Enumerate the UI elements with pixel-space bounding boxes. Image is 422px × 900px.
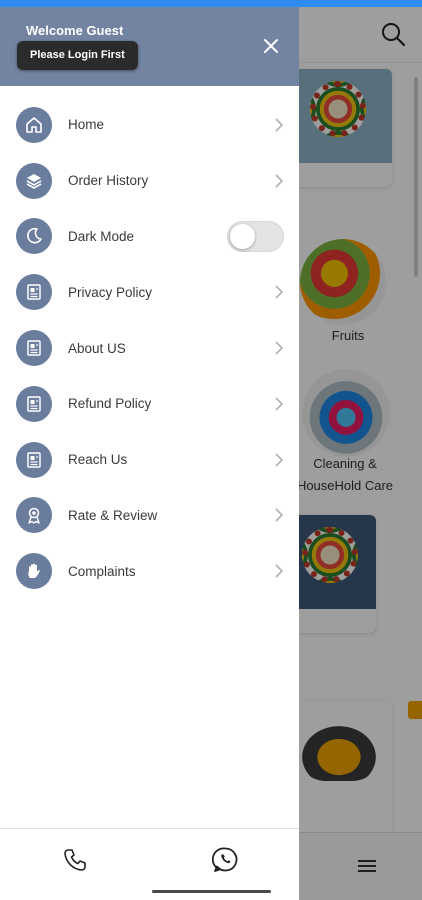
menu-label: Privacy Policy bbox=[68, 284, 153, 300]
menu-item-privacy-policy[interactable]: Privacy Policy bbox=[0, 264, 299, 320]
phone-icon[interactable] bbox=[62, 847, 88, 873]
menu-label: About US bbox=[68, 340, 126, 356]
menu-item-dark-mode: Dark Mode bbox=[0, 209, 299, 265]
menu-item-about-us[interactable]: About US bbox=[0, 320, 299, 376]
layers-icon bbox=[16, 162, 52, 199]
close-icon[interactable] bbox=[262, 37, 280, 55]
menu-label: Reach Us bbox=[68, 452, 128, 468]
award-icon bbox=[16, 497, 52, 534]
menu-item-rate-review[interactable]: Rate & Review bbox=[0, 488, 299, 544]
drawer-menu: Home Order History Dark Mode Privacy Pol… bbox=[0, 97, 299, 599]
menu-item-refund-policy[interactable]: Refund Policy bbox=[0, 376, 299, 432]
chevron-right-icon bbox=[275, 564, 284, 578]
menu-label: Order History bbox=[68, 173, 149, 189]
document-icon bbox=[16, 385, 52, 422]
menu-label: Complaints bbox=[68, 563, 136, 579]
menu-label: Home bbox=[68, 117, 105, 133]
chevron-right-icon bbox=[275, 174, 284, 188]
menu-item-home[interactable]: Home bbox=[0, 97, 299, 153]
whatsapp-icon[interactable] bbox=[212, 846, 239, 873]
login-prompt-button[interactable]: Please Login First bbox=[17, 41, 138, 70]
menu-item-order-history[interactable]: Order History bbox=[0, 153, 299, 209]
menu-item-complaints[interactable]: Complaints bbox=[0, 543, 299, 599]
menu-label: Dark Mode bbox=[68, 228, 135, 244]
home-icon bbox=[16, 106, 52, 143]
hand-icon bbox=[16, 553, 52, 590]
chevron-right-icon bbox=[275, 285, 284, 299]
document-icon bbox=[16, 441, 52, 478]
document-icon bbox=[16, 330, 52, 367]
chevron-right-icon bbox=[275, 341, 284, 355]
chevron-right-icon bbox=[275, 118, 284, 132]
drawer-header: Welcome Guest Please Login First bbox=[0, 7, 299, 86]
menu-label: Rate & Review bbox=[68, 507, 158, 523]
menu-label: Refund Policy bbox=[68, 396, 152, 412]
status-bar bbox=[0, 0, 422, 7]
document-icon bbox=[16, 274, 52, 311]
welcome-text: Welcome Guest bbox=[26, 23, 124, 38]
menu-item-reach-us[interactable]: Reach Us bbox=[0, 432, 299, 488]
navigation-drawer: Welcome Guest Please Login First Home Or… bbox=[0, 7, 299, 900]
home-indicator[interactable] bbox=[152, 890, 271, 893]
chevron-right-icon bbox=[275, 453, 284, 467]
chevron-right-icon bbox=[275, 397, 284, 411]
moon-icon bbox=[16, 218, 52, 255]
dark-mode-toggle[interactable] bbox=[227, 220, 284, 252]
toggle-knob bbox=[230, 223, 255, 249]
chevron-right-icon bbox=[275, 508, 284, 523]
